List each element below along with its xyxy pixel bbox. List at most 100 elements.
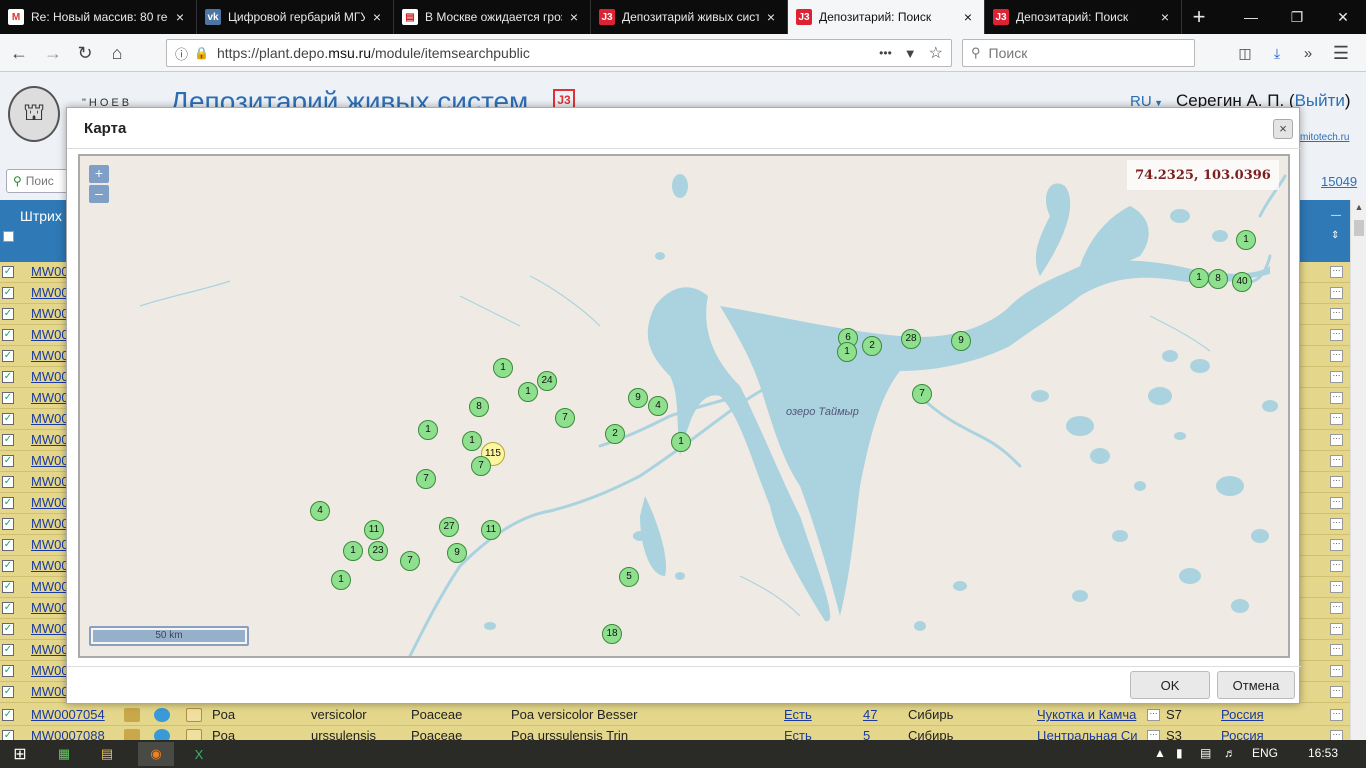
minimize-button[interactable]: —: [1228, 0, 1274, 34]
map-cluster-marker[interactable]: 1: [1189, 268, 1209, 288]
row-menu-icon[interactable]: ⋯: [1330, 287, 1343, 299]
map-cluster-marker[interactable]: 1: [518, 382, 538, 402]
barcode-link[interactable]: MW00: [31, 684, 69, 699]
barcode-link[interactable]: MW00: [31, 663, 69, 678]
clock[interactable]: 16:53: [1308, 746, 1338, 760]
barcode-link[interactable]: MW00: [31, 432, 69, 447]
filter-search-input[interactable]: ⚲ Поис: [6, 169, 68, 193]
image-link[interactable]: Есть: [784, 707, 812, 722]
row-menu-icon[interactable]: ⋯: [1330, 350, 1343, 362]
barcode-link[interactable]: MW00: [31, 264, 69, 279]
scroll-up-icon[interactable]: ▲: [1351, 202, 1366, 212]
map-cluster-marker[interactable]: 4: [310, 501, 330, 521]
sponsor-link[interactable]: mitotech.ru: [1300, 132, 1349, 143]
map-cluster-marker[interactable]: 9: [951, 331, 971, 351]
row-menu-icon[interactable]: ⋯: [1330, 518, 1343, 530]
info-icon[interactable]: ⓘ: [175, 44, 188, 63]
close-tab-icon[interactable]: ×: [369, 9, 385, 25]
download-icon[interactable]: ⤓: [1266, 42, 1288, 64]
battery-icon[interactable]: ▮: [1176, 746, 1183, 760]
map-cluster-marker[interactable]: 7: [400, 551, 420, 571]
row-checkbox[interactable]: ✓: [2, 602, 14, 614]
barcode-link[interactable]: MW00: [31, 495, 69, 510]
barcode-link[interactable]: MW00: [31, 390, 69, 405]
subregion-menu-icon[interactable]: ⋯: [1147, 709, 1160, 721]
row-checkbox[interactable]: ✓: [2, 287, 14, 299]
map-cluster-marker[interactable]: 28: [901, 329, 921, 349]
row-checkbox[interactable]: ✓: [2, 497, 14, 509]
tab-0[interactable]: M Re: Новый массив: 80 rec ×: [0, 0, 197, 34]
row-checkbox[interactable]: ✓: [2, 392, 14, 404]
vertical-scrollbar[interactable]: ▲: [1350, 200, 1366, 740]
barcode-link[interactable]: MW00: [31, 600, 69, 615]
select-all-checkbox[interactable]: [3, 231, 14, 242]
zoom-out-button[interactable]: –: [89, 185, 109, 203]
reload-icon[interactable]: ↻: [74, 42, 96, 64]
row-menu-icon[interactable]: ⋯: [1330, 266, 1343, 278]
firefox-icon[interactable]: ◉: [138, 742, 174, 766]
input-language[interactable]: ENG: [1252, 746, 1278, 760]
folder-icon[interactable]: [186, 708, 202, 722]
row-menu-icon[interactable]: ⋯: [1330, 560, 1343, 572]
map-canvas[interactable]: озеро Таймыр 1 1 8 40 6 1 2 28 9 7 1 24 1 8 7 9 4 2 1 1 1 115…: [78, 154, 1290, 658]
table-row[interactable]: ✓ MW0007054 Poa versicolor Poaceae Poa versic…: [0, 705, 1350, 726]
tab-2[interactable]: ▤ В Москве ожидается гроз ×: [394, 0, 591, 34]
map-cluster-marker[interactable]: 9: [447, 543, 467, 563]
map-cluster-marker[interactable]: 5: [619, 567, 639, 587]
page-actions-button[interactable]: •••: [879, 46, 892, 60]
map-cluster-marker[interactable]: 7: [555, 408, 575, 428]
map-cluster-marker[interactable]: 1: [1236, 230, 1256, 250]
row-checkbox[interactable]: ✓: [2, 434, 14, 446]
subregion-link[interactable]: Чукотка и Камча: [1037, 707, 1145, 722]
ok-button[interactable]: OK: [1130, 671, 1210, 699]
file-explorer-icon[interactable]: ▤: [92, 742, 122, 766]
map-cluster-marker[interactable]: 9: [628, 388, 648, 408]
row-menu-icon[interactable]: ⋯: [1330, 539, 1343, 551]
close-tab-icon[interactable]: ×: [1157, 9, 1173, 25]
bookmark-star-icon[interactable]: ☆: [929, 43, 943, 63]
row-checkbox[interactable]: ✓: [2, 709, 14, 721]
globe-icon[interactable]: [154, 708, 170, 722]
overflow-chevron-icon[interactable]: »: [1297, 42, 1319, 64]
row-checkbox[interactable]: ✓: [2, 476, 14, 488]
browser-search-input[interactable]: ⚲ Поиск: [962, 39, 1195, 67]
new-tab-button[interactable]: +: [1182, 0, 1216, 34]
barcode-link[interactable]: MW00: [31, 411, 69, 426]
row-menu-icon[interactable]: ⋯: [1330, 623, 1343, 635]
back-icon[interactable]: ←: [8, 42, 30, 64]
barcode-link[interactable]: MW00: [31, 348, 69, 363]
barcode-link[interactable]: MW00: [31, 306, 69, 321]
map-cluster-marker[interactable]: 8: [469, 397, 489, 417]
volume-icon[interactable]: ♬: [1224, 746, 1236, 760]
map-cluster-marker[interactable]: 11: [481, 520, 501, 540]
map-cluster-marker[interactable]: 1: [331, 570, 351, 590]
close-dialog-button[interactable]: ×: [1273, 119, 1293, 139]
map-cluster-marker[interactable]: 2: [605, 424, 625, 444]
total-count-link[interactable]: 15049: [1321, 174, 1357, 189]
row-checkbox[interactable]: ✓: [2, 329, 14, 341]
windows-start-icon[interactable]: ⊞: [6, 742, 34, 766]
tab-5[interactable]: J3 Депозитарий: Поиск ×: [985, 0, 1182, 34]
row-menu-icon[interactable]: ⋯: [1330, 644, 1343, 656]
barcode-link[interactable]: MW00: [31, 327, 69, 342]
cancel-button[interactable]: Отмена: [1217, 671, 1295, 699]
row-checkbox[interactable]: ✓: [2, 350, 14, 362]
map-cluster-marker[interactable]: 1: [343, 541, 363, 561]
map-cluster-marker[interactable]: 11: [364, 520, 384, 540]
row-menu-icon[interactable]: ⋯: [1330, 602, 1343, 614]
row-checkbox[interactable]: ✓: [2, 665, 14, 677]
barcode-link[interactable]: MW00: [31, 579, 69, 594]
sidebar-icon[interactable]: ◫: [1234, 42, 1256, 64]
pocket-icon[interactable]: ▼: [904, 46, 917, 61]
map-cluster-marker[interactable]: 23: [368, 541, 388, 561]
map-cluster-marker[interactable]: 8: [1208, 269, 1228, 289]
barcode-link[interactable]: MW00: [31, 537, 69, 552]
country-link[interactable]: Россия: [1221, 707, 1264, 722]
map-cluster-marker[interactable]: 27: [439, 517, 459, 537]
row-menu-icon[interactable]: ⋯: [1330, 497, 1343, 509]
row-checkbox[interactable]: ✓: [2, 560, 14, 572]
barcode-link[interactable]: MW00: [31, 369, 69, 384]
tab-4[interactable]: J3 Депозитарий: Поиск ×: [788, 0, 985, 34]
close-tab-icon[interactable]: ×: [172, 9, 188, 25]
barcode-link[interactable]: MW00: [31, 642, 69, 657]
